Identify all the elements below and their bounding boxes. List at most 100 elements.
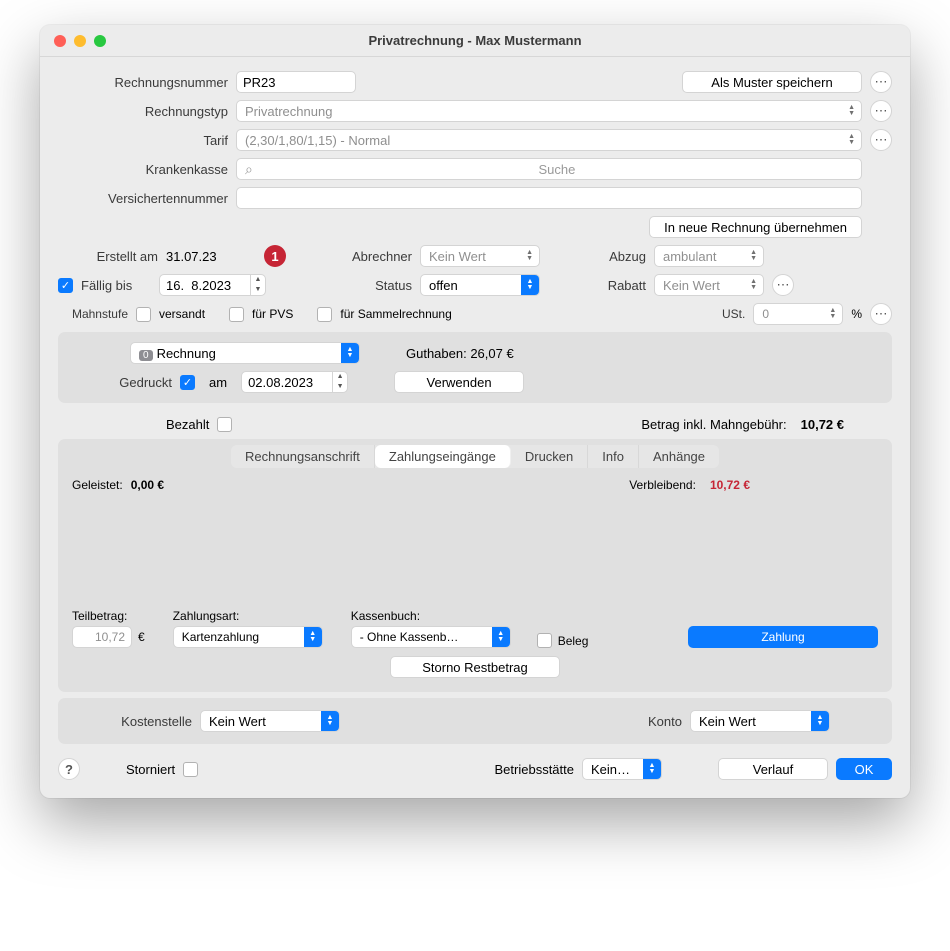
tab-anschrift[interactable]: Rechnungsanschrift bbox=[231, 445, 375, 468]
close-icon[interactable] bbox=[54, 35, 66, 47]
abrechner-select[interactable]: Kein Wert ▲▼ bbox=[420, 245, 540, 267]
status-select[interactable]: offen ▲▼ bbox=[420, 274, 540, 296]
stepper-icon[interactable]: ▲▼ bbox=[332, 372, 347, 392]
sammelrechnung-checkbox[interactable] bbox=[317, 307, 332, 322]
label-konto: Konto bbox=[622, 714, 682, 729]
ust-select[interactable]: 0 ▲▼ bbox=[753, 303, 843, 325]
chevron-updown-icon: ▲▼ bbox=[321, 711, 339, 731]
storno-restbetrag-button[interactable]: Storno Restbetrag bbox=[390, 656, 560, 678]
more-icon[interactable]: ⋯ bbox=[870, 303, 892, 325]
chevron-updown-icon: ▲▼ bbox=[524, 250, 535, 262]
label-erstellt: Erstellt am bbox=[58, 249, 158, 264]
verlauf-button[interactable]: Verlauf bbox=[718, 758, 828, 780]
label-pvs: für PVS bbox=[252, 307, 293, 321]
label-bezahlt: Bezahlt bbox=[166, 417, 209, 432]
label-beleg: Beleg bbox=[558, 634, 589, 648]
betriebsstaette-select[interactable]: Kein… ▲▼ bbox=[582, 758, 662, 780]
chevron-updown-icon: ▲▼ bbox=[827, 308, 838, 320]
label-versandt: versandt bbox=[159, 307, 205, 321]
beleg-checkbox[interactable] bbox=[537, 633, 552, 648]
abzug-select[interactable]: ambulant ▲▼ bbox=[654, 245, 764, 267]
gedruckt-checkbox[interactable]: ✓ bbox=[180, 375, 195, 390]
rechnungstyp-select[interactable]: Privatrechnung ▲▼ bbox=[236, 100, 862, 122]
label-verbleibend: Verbleibend: bbox=[629, 478, 696, 492]
more-icon[interactable]: ⋯ bbox=[870, 100, 892, 122]
label-betrag-mahn: Betrag inkl. Mahngebühr: bbox=[641, 417, 786, 432]
rabatt-select[interactable]: Kein Wert ▲▼ bbox=[654, 274, 764, 296]
betrag-value: 10,72 € bbox=[801, 417, 844, 432]
chevron-updown-icon: ▲▼ bbox=[521, 275, 539, 295]
teilbetrag-input[interactable] bbox=[72, 626, 132, 648]
versichertennummer-input[interactable] bbox=[236, 187, 862, 209]
kassenbuch-select[interactable]: - Ohne Kassenb… ▲▼ bbox=[351, 626, 511, 648]
minimize-icon[interactable] bbox=[74, 35, 86, 47]
account-panel: Kostenstelle Kein Wert ▲▼ Konto Kein Wer… bbox=[58, 698, 892, 744]
faellig-checkbox[interactable]: ✓ bbox=[58, 278, 73, 293]
erstellt-value: 31.07.23 bbox=[166, 249, 256, 264]
faellig-date-stepper[interactable]: ▲▼ bbox=[159, 274, 266, 296]
label-gedruckt: Gedruckt bbox=[72, 375, 172, 390]
label-ust: USt. bbox=[685, 307, 745, 321]
more-icon[interactable]: ⋯ bbox=[772, 274, 794, 296]
label-rabatt: Rabatt bbox=[586, 278, 646, 293]
window-title: Privatrechnung - Max Mustermann bbox=[40, 33, 910, 48]
euro-sign: € bbox=[138, 630, 145, 644]
more-icon[interactable]: ⋯ bbox=[870, 129, 892, 151]
tab-drucken[interactable]: Drucken bbox=[511, 445, 588, 468]
label-krankenkasse: Krankenkasse bbox=[58, 162, 228, 177]
label-kassenbuch: Kassenbuch: bbox=[351, 609, 420, 623]
label-sammel: für Sammelrechnung bbox=[340, 307, 451, 321]
zahlungsart-select[interactable]: Kartenzahlung ▲▼ bbox=[173, 626, 323, 648]
help-icon[interactable]: ? bbox=[58, 758, 80, 780]
label-teilbetrag: Teilbetrag: bbox=[72, 609, 127, 623]
mahnstufe-select[interactable]: 0Rechnung ▲▼ bbox=[130, 342, 360, 364]
label-tarif: Tarif bbox=[58, 133, 228, 148]
geleistet-value: 0,00 € bbox=[131, 478, 164, 492]
label-zahlungsart: Zahlungsart: bbox=[173, 609, 240, 623]
tarif-select[interactable]: (2,30/1,80/1,15) - Normal ▲▼ bbox=[236, 129, 862, 151]
label-versichertennummer: Versichertennummer bbox=[58, 191, 228, 206]
gedruckt-date-stepper[interactable]: ▲▼ bbox=[241, 371, 348, 393]
tab-bar: Rechnungsanschrift Zahlungseingänge Druc… bbox=[231, 445, 719, 468]
label-abrechner: Abrechner bbox=[332, 249, 412, 264]
konto-select[interactable]: Kein Wert ▲▼ bbox=[690, 710, 830, 732]
label-status: Status bbox=[332, 278, 412, 293]
label-mahnstufe: Mahnstufe bbox=[58, 307, 128, 321]
tab-anhaenge[interactable]: Anhänge bbox=[639, 445, 719, 468]
label-am: am bbox=[209, 375, 227, 390]
payments-panel: Rechnungsanschrift Zahlungseingänge Druc… bbox=[58, 439, 892, 692]
kostenstelle-select[interactable]: Kein Wert ▲▼ bbox=[200, 710, 340, 732]
stepper-icon[interactable]: ▲▼ bbox=[250, 275, 265, 295]
chevron-updown-icon: ▲▼ bbox=[846, 134, 857, 146]
more-icon[interactable]: ⋯ bbox=[870, 71, 892, 93]
mahnstufe-panel: 0Rechnung ▲▼ Guthaben: 26,07 € Gedruckt … bbox=[58, 332, 892, 403]
tab-zahlungseingaenge[interactable]: Zahlungseingänge bbox=[375, 445, 511, 468]
chevron-updown-icon: ▲▼ bbox=[643, 759, 661, 779]
versandt-checkbox[interactable] bbox=[136, 307, 151, 322]
notification-badge: 1 bbox=[264, 245, 286, 267]
chevron-updown-icon: ▲▼ bbox=[341, 343, 359, 363]
krankenkasse-search[interactable]: Suche bbox=[236, 158, 862, 180]
save-template-button[interactable]: Als Muster speichern bbox=[682, 71, 862, 93]
rechnungsnummer-input[interactable] bbox=[236, 71, 356, 93]
label-faellig: Fällig bis bbox=[81, 278, 151, 293]
chevron-updown-icon: ▲▼ bbox=[304, 627, 322, 647]
label-kostenstelle: Kostenstelle bbox=[72, 714, 192, 729]
pvs-checkbox[interactable] bbox=[229, 307, 244, 322]
verwenden-button[interactable]: Verwenden bbox=[394, 371, 524, 393]
bezahlt-checkbox[interactable] bbox=[217, 417, 232, 432]
tab-info[interactable]: Info bbox=[588, 445, 639, 468]
copy-to-new-invoice-button[interactable]: In neue Rechnung übernehmen bbox=[649, 216, 862, 238]
label-rechnungsnummer: Rechnungsnummer bbox=[58, 75, 228, 90]
chevron-updown-icon: ▲▼ bbox=[846, 105, 857, 117]
zahlung-button[interactable]: Zahlung bbox=[688, 626, 878, 648]
zoom-icon[interactable] bbox=[94, 35, 106, 47]
chevron-updown-icon: ▲▼ bbox=[811, 711, 829, 731]
ok-button[interactable]: OK bbox=[836, 758, 892, 780]
verbleibend-value: 10,72 € bbox=[710, 478, 750, 492]
label-abzug: Abzug bbox=[586, 249, 646, 264]
percent-sign: % bbox=[851, 307, 862, 321]
guthaben-label: Guthaben: 26,07 € bbox=[406, 346, 514, 361]
storniert-checkbox[interactable] bbox=[183, 762, 198, 777]
label-rechnungstyp: Rechnungstyp bbox=[58, 104, 228, 119]
